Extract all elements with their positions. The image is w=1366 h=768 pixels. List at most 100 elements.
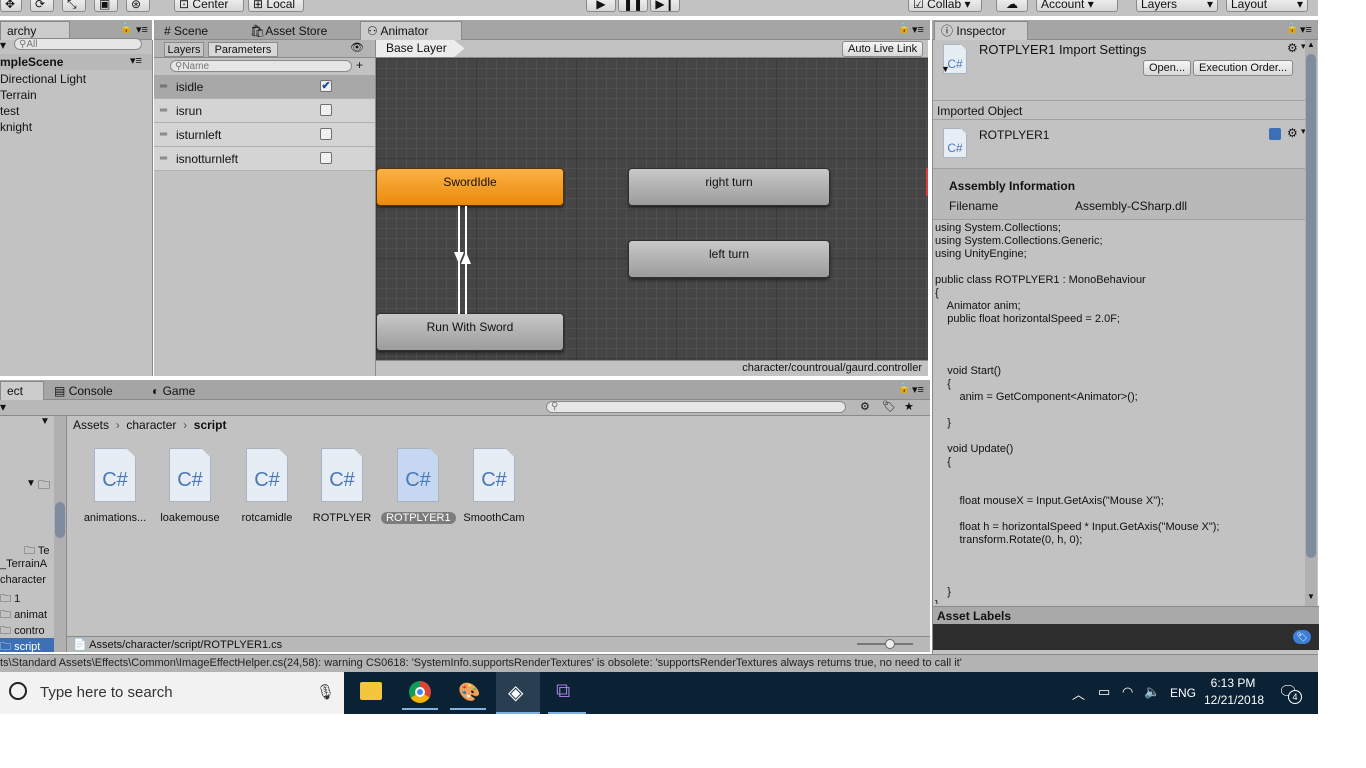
hierarchy-item[interactable]: knight	[0, 119, 32, 135]
settings-gear-icon[interactable]: ⚙	[1287, 126, 1298, 140]
tab-animator[interactable]: ⚇ Animator	[360, 21, 462, 40]
script-help-icon[interactable]	[1269, 128, 1281, 140]
scroll-down-icon[interactable]: ▼	[1307, 592, 1315, 601]
scene-menu-icon[interactable]: ▾≡	[130, 54, 142, 67]
tab-project[interactable]: ect	[0, 381, 44, 400]
scrollbar-thumb[interactable]	[55, 502, 65, 538]
hierarchy-item[interactable]: test	[0, 103, 19, 119]
menu-icon[interactable]: ▾≡	[136, 23, 148, 36]
lock-icon[interactable]: 🔒	[898, 383, 910, 394]
taskbar-app-unity[interactable]: ◈	[496, 672, 540, 714]
transition-arrows[interactable]	[452, 206, 472, 314]
tab-game[interactable]: ◐ Game	[146, 382, 201, 400]
settings-gear-icon[interactable]: ⚙	[1287, 41, 1298, 55]
lock-icon[interactable]: 🔒	[898, 23, 910, 34]
parameter-row-isrun[interactable]: ═ isrun	[154, 99, 375, 123]
project-search-input[interactable]: ⚲	[546, 401, 846, 413]
step-button[interactable]: ▶❙	[650, 0, 680, 12]
parameter-row-isidle[interactable]: ═ isidle ✔	[154, 75, 375, 99]
filter-by-label-icon[interactable]: 🏷	[882, 400, 896, 413]
volume-icon[interactable]: 🔈	[1144, 684, 1160, 700]
cloud-button[interactable]: ☁	[996, 0, 1028, 12]
console-status-bar[interactable]: ts\Standard Assets\Effects\Common\ImageE…	[0, 654, 1318, 672]
pause-button[interactable]: ❚❚	[618, 0, 648, 12]
favorite-star-icon[interactable]: ★	[904, 400, 914, 413]
play-button[interactable]: ▶	[586, 0, 616, 12]
tab-console[interactable]: ▤ Console	[48, 382, 119, 400]
hierarchy-item[interactable]: Directional Light	[0, 71, 86, 87]
asset-item[interactable]: C# animations...	[78, 448, 152, 524]
asset-item-selected[interactable]: C# ROTPLYER1	[381, 448, 456, 524]
filter-by-type-icon[interactable]: ⚙	[860, 400, 870, 413]
layout-dropdown[interactable]: Layout ▾	[1226, 0, 1308, 12]
auto-live-link-button[interactable]: Auto Live Link	[842, 41, 924, 57]
menu-icon[interactable]: ▾≡	[912, 383, 924, 396]
tab-asset-store[interactable]: 🛍Asset Store	[244, 22, 333, 40]
lock-icon[interactable]: 🔒	[1286, 23, 1298, 34]
scale-tool-button[interactable]: ⤡	[62, 0, 86, 12]
language-indicator[interactable]: ENG	[1170, 686, 1196, 700]
scene-header[interactable]: mpleScene ▾≡	[0, 54, 152, 70]
eye-icon[interactable]: 👁	[350, 41, 364, 54]
transform-tool-button[interactable]: ⊛	[126, 0, 150, 12]
tree-item-selected[interactable]: 🗀 script	[0, 638, 54, 653]
wifi-icon[interactable]: ◠	[1122, 684, 1133, 700]
layers-dropdown[interactable]: Layers ▾	[1136, 0, 1218, 12]
breadcrumb-assets[interactable]: Assets	[73, 418, 109, 432]
drag-handle-icon[interactable]: ═	[160, 153, 167, 164]
create-dropdown-icon[interactable]: ▾	[0, 38, 6, 52]
drag-handle-icon[interactable]: ═	[160, 105, 167, 116]
menu-icon[interactable]: ▾≡	[912, 23, 924, 36]
pivot-center-button[interactable]: ⊡ Center	[174, 0, 244, 12]
breadcrumb-character[interactable]: character	[126, 418, 176, 432]
parameter-checkbox[interactable]	[320, 152, 332, 164]
tag-icon[interactable]: 🏷	[1293, 630, 1311, 644]
asset-item[interactable]: C# SmoothCam	[457, 448, 531, 524]
tab-scene[interactable]: # Scene	[158, 22, 214, 40]
tab-parameters[interactable]: Parameters	[208, 42, 278, 57]
taskbar-search-box[interactable]: Type here to search 🎙	[0, 672, 344, 714]
zoom-slider-thumb[interactable]	[885, 639, 895, 649]
add-parameter-button[interactable]: +	[356, 58, 363, 72]
parameter-row-isturnleft[interactable]: ═ isturnleft	[154, 123, 375, 147]
parameter-checkbox[interactable]	[320, 128, 332, 140]
inspector-scrollbar[interactable]: ▲ ▼	[1305, 40, 1317, 606]
asset-item[interactable]: C# ROTPLYER	[305, 448, 379, 524]
drag-handle-icon[interactable]: ═	[160, 81, 167, 92]
parameter-checkbox[interactable]: ✔	[320, 80, 332, 92]
create-dropdown-icon[interactable]: ▾	[0, 400, 6, 414]
menu-icon[interactable]: ▾≡	[1300, 23, 1312, 36]
asset-item[interactable]: C# rotcamidle	[230, 448, 304, 524]
state-sword-idle[interactable]: SwordIdle	[376, 168, 564, 206]
zoom-slider[interactable]	[857, 639, 913, 649]
parameter-search-input[interactable]: ⚲Name	[170, 60, 352, 72]
execution-order-button[interactable]: Execution Order...	[1193, 60, 1294, 76]
hierarchy-search-input[interactable]: ⚲All	[14, 38, 142, 50]
windows-start-icon[interactable]	[9, 682, 27, 700]
rect-tool-button[interactable]: ▣	[94, 0, 118, 12]
account-button[interactable]: Account ▾	[1036, 0, 1118, 12]
taskbar-app-chrome[interactable]	[402, 676, 438, 710]
tab-layers[interactable]: Layers	[164, 42, 204, 57]
open-button[interactable]: Open...	[1143, 60, 1192, 76]
tree-item[interactable]: _TerrainA	[0, 558, 47, 570]
state-run-with-sword[interactable]: Run With Sword	[376, 313, 564, 351]
taskbar-app-visual-studio[interactable]: ⧉	[548, 676, 586, 714]
expand-triangle-icon[interactable]: ▼	[941, 64, 950, 74]
drag-handle-icon[interactable]: ═	[160, 129, 167, 140]
taskbar-app-file-explorer[interactable]	[352, 676, 388, 710]
asset-item[interactable]: C# loakemouse	[153, 448, 227, 524]
breadcrumb-script[interactable]: script	[194, 418, 227, 432]
state-right-turn[interactable]: right turn	[628, 168, 830, 206]
tree-expand-icon[interactable]: ▼	[26, 478, 36, 489]
rotate-tool-button[interactable]: ⟳	[30, 0, 54, 12]
parameter-row-isnotturnleft[interactable]: ═ isnotturnleft	[154, 147, 375, 171]
taskbar-clock[interactable]: 6:13 PM 12/21/2018	[1204, 676, 1264, 707]
show-hidden-icons-chevron-icon[interactable]: ︿	[1072, 684, 1085, 703]
action-center-button[interactable]: 🗨 4	[1278, 682, 1302, 704]
move-tool-button[interactable]: ✥	[0, 0, 22, 12]
lock-icon[interactable]: 🔒	[120, 23, 132, 34]
tree-expand-icon[interactable]: ▼	[40, 416, 50, 427]
collab-button[interactable]: ☑ Collab ▾	[908, 0, 982, 12]
tab-inspector[interactable]: ⓘ Inspector	[934, 21, 1028, 40]
